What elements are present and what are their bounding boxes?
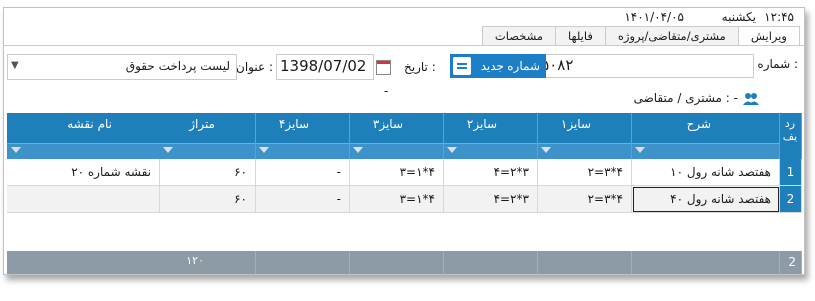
new-number-label: شماره جدید bbox=[480, 59, 540, 73]
table-row[interactable]: 2 هفتصد شانه رول ۴۰ ۲=۳*۴ ۴=۲*۳ ۳=۱*۴ - … bbox=[7, 186, 802, 213]
col-header-size3[interactable]: سایز۳ bbox=[349, 113, 444, 159]
title-select[interactable]: ▼ لیست پرداخت حقوق bbox=[7, 54, 237, 80]
clock-time: ۱۲:۴۵ bbox=[764, 10, 794, 24]
date-label: تاریخ : bbox=[404, 60, 436, 74]
row-count: 2 bbox=[788, 255, 796, 269]
filter-icon[interactable] bbox=[537, 143, 631, 159]
tab-customer-project[interactable]: مشتری/متقاضی/پروژه bbox=[604, 26, 739, 45]
table-row[interactable]: 1 هفتصد شانه رول ۱۰ ۲=۳*۴ ۴=۲*۳ ۳=۱*۴ - … bbox=[7, 159, 802, 186]
number-field[interactable]: ۹۸۰۵۰۸۲ bbox=[512, 54, 754, 78]
filter-icon[interactable] bbox=[631, 143, 779, 159]
title-value: لیست پرداخت حقوق bbox=[125, 59, 230, 73]
tab-files[interactable]: فایلها bbox=[555, 26, 606, 45]
metraj-total: ۱۲۰ bbox=[186, 254, 204, 267]
filter-icon[interactable] bbox=[349, 143, 443, 159]
col-header-size1[interactable]: سایز۱ bbox=[537, 113, 632, 159]
calendar-icon[interactable] bbox=[376, 60, 391, 75]
date-field[interactable]: 1398/07/02 bbox=[276, 54, 374, 80]
grid-footer: 2 ۱۲۰ bbox=[7, 251, 802, 274]
filter-icon[interactable] bbox=[7, 143, 160, 159]
new-number-button[interactable]: شماره جدید bbox=[450, 54, 546, 78]
customer-icon[interactable] bbox=[743, 92, 759, 106]
title-label: عنوان : bbox=[236, 60, 273, 74]
col-header-metraj[interactable]: متراژ bbox=[159, 113, 256, 159]
number-label: شماره : bbox=[757, 57, 798, 71]
customer-value: - bbox=[384, 84, 389, 98]
customer-label: مشتری / متقاضی : - bbox=[633, 91, 738, 105]
filter-icon[interactable] bbox=[443, 143, 537, 159]
items-grid: رد یف شرح سایز۱ سایز۲ سایز۳ سایز۴ متراژ … bbox=[7, 113, 802, 274]
tab-edit[interactable]: ویرایش bbox=[737, 26, 800, 46]
chevron-down-icon: ▼ bbox=[11, 60, 19, 71]
tab-specs[interactable]: مشخصات bbox=[481, 26, 557, 45]
col-header-map-name[interactable]: نام نقشه bbox=[7, 113, 160, 159]
col-header-description[interactable]: شرح bbox=[631, 113, 780, 159]
current-date: ۱۴۰۱/۰۴/۰۵ bbox=[624, 10, 684, 24]
col-header-index[interactable]: رد یف bbox=[779, 113, 802, 159]
day-name: یکشنبه bbox=[721, 10, 756, 24]
form-window: ۱۲:۴۵ یکشنبه ۱۴۰۱/۰۴/۰۵ ویرایش مشتری/متق… bbox=[3, 7, 805, 275]
list-icon bbox=[453, 57, 471, 75]
filter-icon[interactable] bbox=[255, 143, 349, 159]
tab-strip: ویرایش مشتری/متقاضی/پروژه فایلها مشخصات bbox=[481, 26, 800, 46]
col-header-size4[interactable]: سایز۴ bbox=[255, 113, 350, 159]
col-header-size2[interactable]: سایز۲ bbox=[443, 113, 538, 159]
status-line: ۱۲:۴۵ یکشنبه ۱۴۰۱/۰۴/۰۵ bbox=[4, 8, 804, 26]
tab-divider bbox=[4, 45, 804, 46]
filter-icon[interactable] bbox=[159, 143, 255, 159]
date-value: 1398/07/02 bbox=[280, 57, 367, 75]
